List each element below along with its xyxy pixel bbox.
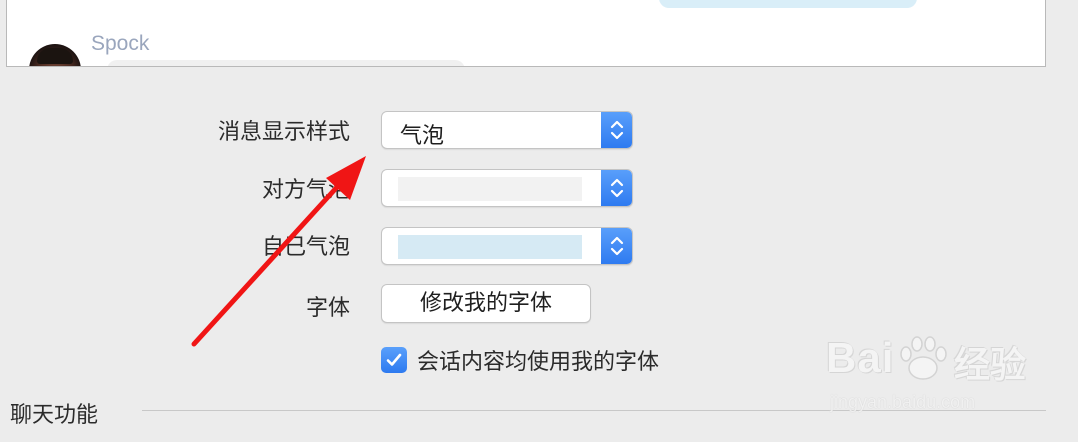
- watermark-url: jingyan.baidu.com: [830, 392, 976, 412]
- other-bubble-color-swatch: [398, 177, 582, 201]
- chat-features-section-title: 聊天功能: [10, 403, 99, 428]
- chat-preview-panel: Spock: [6, 0, 1046, 67]
- paw-icon: [900, 336, 947, 380]
- avatar: [29, 44, 81, 66]
- self-bubble-color-popup[interactable]: [381, 227, 633, 265]
- message-style-value: 气泡: [400, 124, 445, 149]
- up-down-chevron-icon[interactable]: [601, 228, 632, 264]
- message-style-label: 消息显示样式: [217, 120, 350, 145]
- up-down-chevron-icon[interactable]: [601, 112, 632, 148]
- watermark: Bai 经验 jingyan.baidu.com: [826, 330, 1058, 420]
- checkmark-icon: [386, 353, 402, 366]
- watermark-logo: Bai: [826, 334, 895, 381]
- self-bubble-label: 自己气泡: [261, 235, 350, 260]
- self-bubble-color-swatch: [398, 235, 582, 259]
- self-bubble-preview: [659, 0, 917, 8]
- other-bubble-color-popup[interactable]: [381, 169, 633, 207]
- up-down-chevron-icon[interactable]: [601, 170, 632, 206]
- watermark-brand: 经验: [954, 345, 1027, 386]
- change-font-button[interactable]: 修改我的字体: [381, 284, 591, 323]
- use-my-font-label: 会话内容均使用我的字体: [417, 350, 660, 375]
- use-my-font-checkbox[interactable]: [381, 347, 407, 373]
- message-style-popup[interactable]: 气泡: [381, 111, 633, 149]
- other-bubble-label: 对方气泡: [261, 178, 350, 203]
- font-label: 字体: [305, 296, 350, 321]
- sender-name: Spock: [91, 32, 150, 55]
- other-bubble-preview: [107, 60, 465, 66]
